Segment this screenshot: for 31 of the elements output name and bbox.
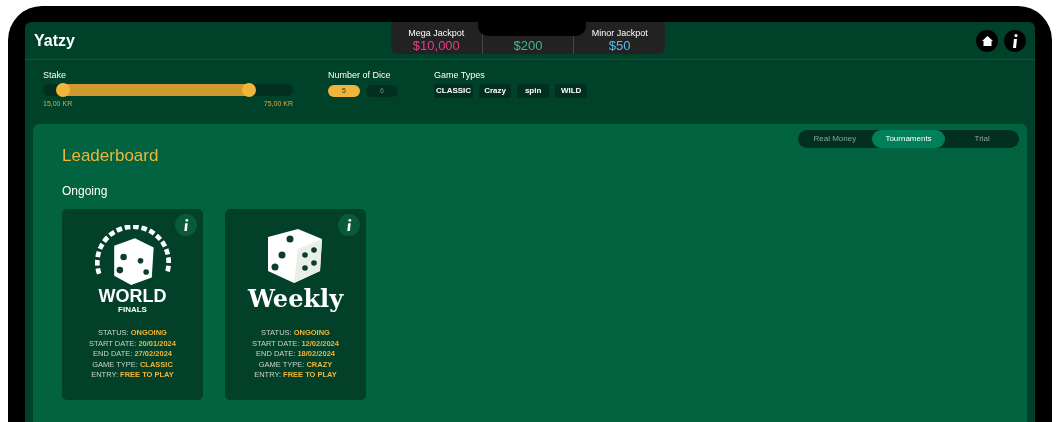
game-type-logo[interactable]: Crazy <box>479 84 512 98</box>
home-icon <box>981 35 993 46</box>
slider-thumb[interactable] <box>242 83 257 97</box>
mode-tab[interactable]: Real Money <box>798 130 872 148</box>
info-icon <box>1012 33 1018 48</box>
home-button[interactable] <box>976 29 998 52</box>
mode-tab[interactable]: Tournaments <box>871 130 946 148</box>
game-type-logo[interactable]: CLASSIC <box>434 84 474 98</box>
jackpot-amount: $200 <box>513 38 543 53</box>
slider-thumb[interactable] <box>56 83 70 97</box>
game-types-label: Game Types <box>434 69 486 81</box>
dice-label: Number of Dice <box>328 69 392 81</box>
info-button[interactable] <box>1004 29 1026 52</box>
logo-subtext: FINALS <box>118 305 147 315</box>
jackpot-amount: $10,000 <box>412 38 460 53</box>
jackpot-label: Mega Jackpot <box>408 28 465 38</box>
game-type-logo[interactable]: WILD <box>555 84 588 98</box>
game-type-logo[interactable]: spin <box>517 84 550 98</box>
mode-tab[interactable]: Trial <box>945 130 1019 148</box>
logo-text: Weekly <box>247 285 344 313</box>
logo-text: WORLD <box>98 287 167 305</box>
stake-label: Stake <box>43 69 67 81</box>
app-title: Yatzy <box>34 30 75 51</box>
section-title: Ongoing <box>62 183 109 200</box>
jackpot-amount: $50 <box>608 38 631 53</box>
jackpot-label: Minor Jackpot <box>591 28 648 38</box>
info-button[interactable] <box>175 214 197 236</box>
info-icon <box>183 219 189 231</box>
info-icon <box>346 219 352 231</box>
leaderboard-title: Leaderboard <box>62 146 160 166</box>
info-button[interactable] <box>338 214 360 236</box>
